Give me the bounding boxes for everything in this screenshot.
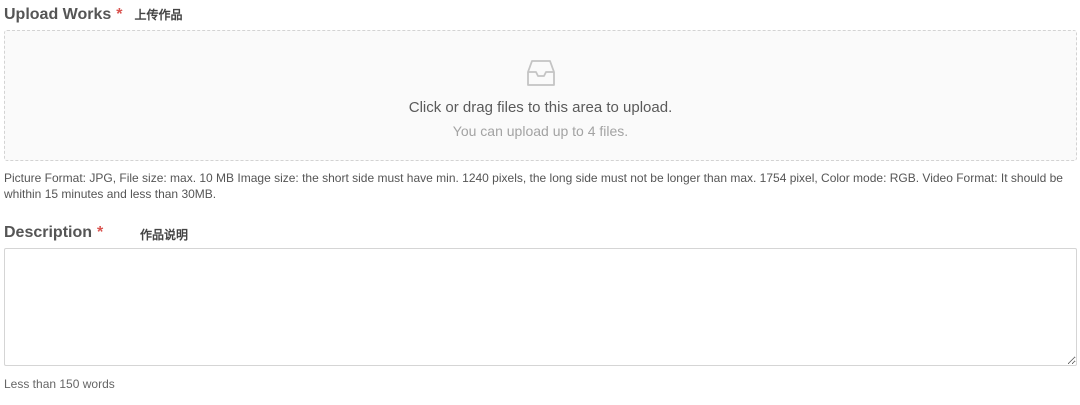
description-label: Description	[4, 224, 93, 241]
required-asterisk: *	[116, 6, 123, 23]
format-info-text: Picture Format: JPG, File size: max. 10 …	[4, 171, 1063, 201]
description-textarea[interactable]	[4, 248, 1077, 366]
description-label-row: Description * 作品说明	[4, 224, 188, 242]
dropzone-text: Click or drag files to this area to uplo…	[408, 99, 673, 116]
upload-works-label-row: Upload Works * 上传作品	[4, 6, 183, 24]
required-asterisk: *	[97, 224, 104, 241]
description-label-cn: 作品说明	[140, 228, 189, 242]
upload-dropzone[interactable]: Click or drag files to this area to uplo…	[4, 30, 1077, 161]
upload-works-label: Upload Works	[4, 6, 112, 23]
inbox-icon	[527, 60, 555, 86]
word-limit-hint: Less than 150 words	[4, 377, 115, 391]
upload-works-label-cn: 上传作品	[134, 8, 183, 22]
dropzone-hint: You can upload up to 4 files.	[452, 123, 629, 139]
